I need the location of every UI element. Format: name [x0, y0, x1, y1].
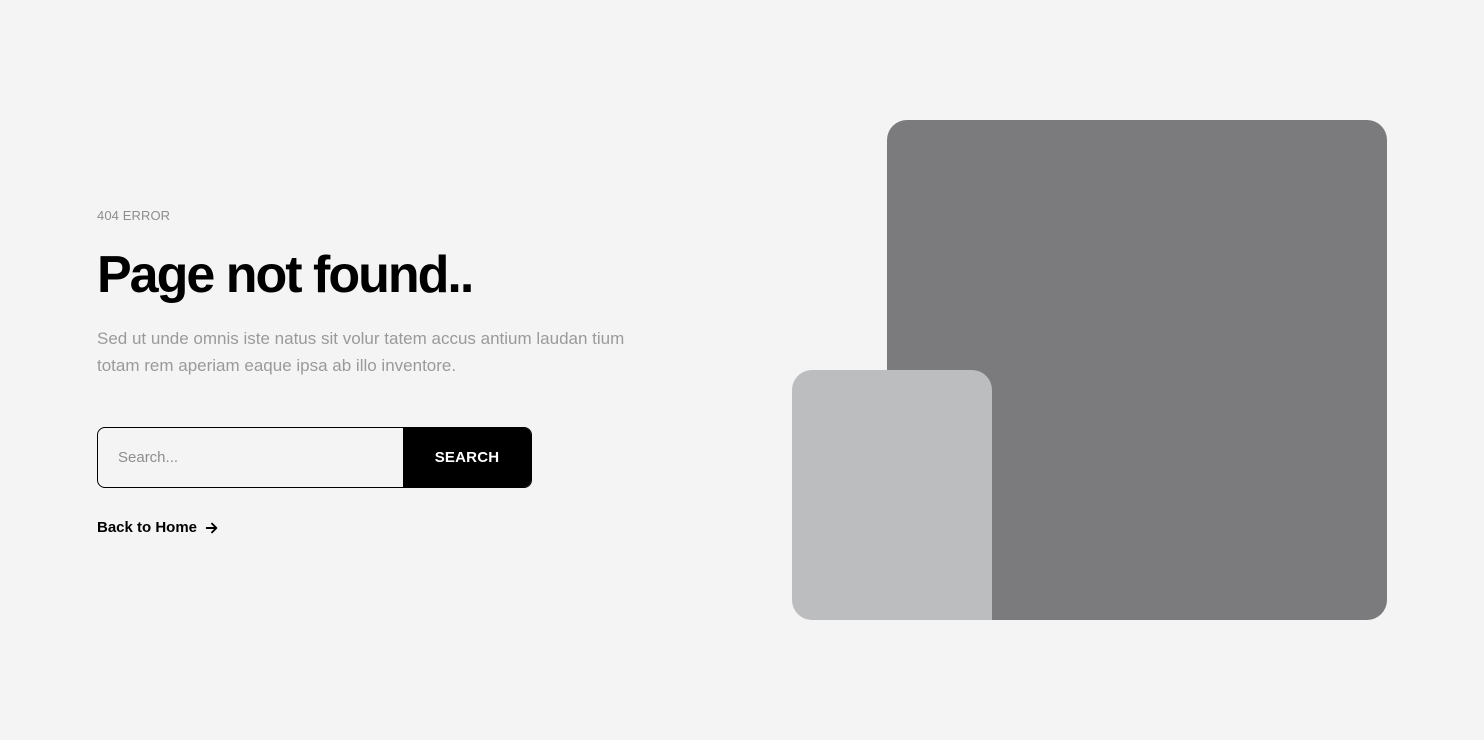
error-description: Sed ut unde omnis iste natus sit volur t… [97, 329, 625, 375]
error-code-label: 404 ERROR [97, 208, 171, 223]
back-to-home-link[interactable]: Back to Home [97, 519, 219, 536]
search-button[interactable]: SEARCH [403, 428, 531, 487]
search-form: SEARCH [97, 427, 532, 488]
error-content: 404 ERROR Page not found.. Sed ut unde o… [97, 207, 677, 537]
small-placeholder-image [792, 370, 992, 620]
page-title: Page not found.. [97, 246, 474, 304]
back-to-home-label: Back to Home [97, 519, 198, 536]
arrow-right-icon [205, 522, 218, 533]
search-input[interactable] [98, 428, 403, 487]
error-illustration [792, 120, 1387, 620]
